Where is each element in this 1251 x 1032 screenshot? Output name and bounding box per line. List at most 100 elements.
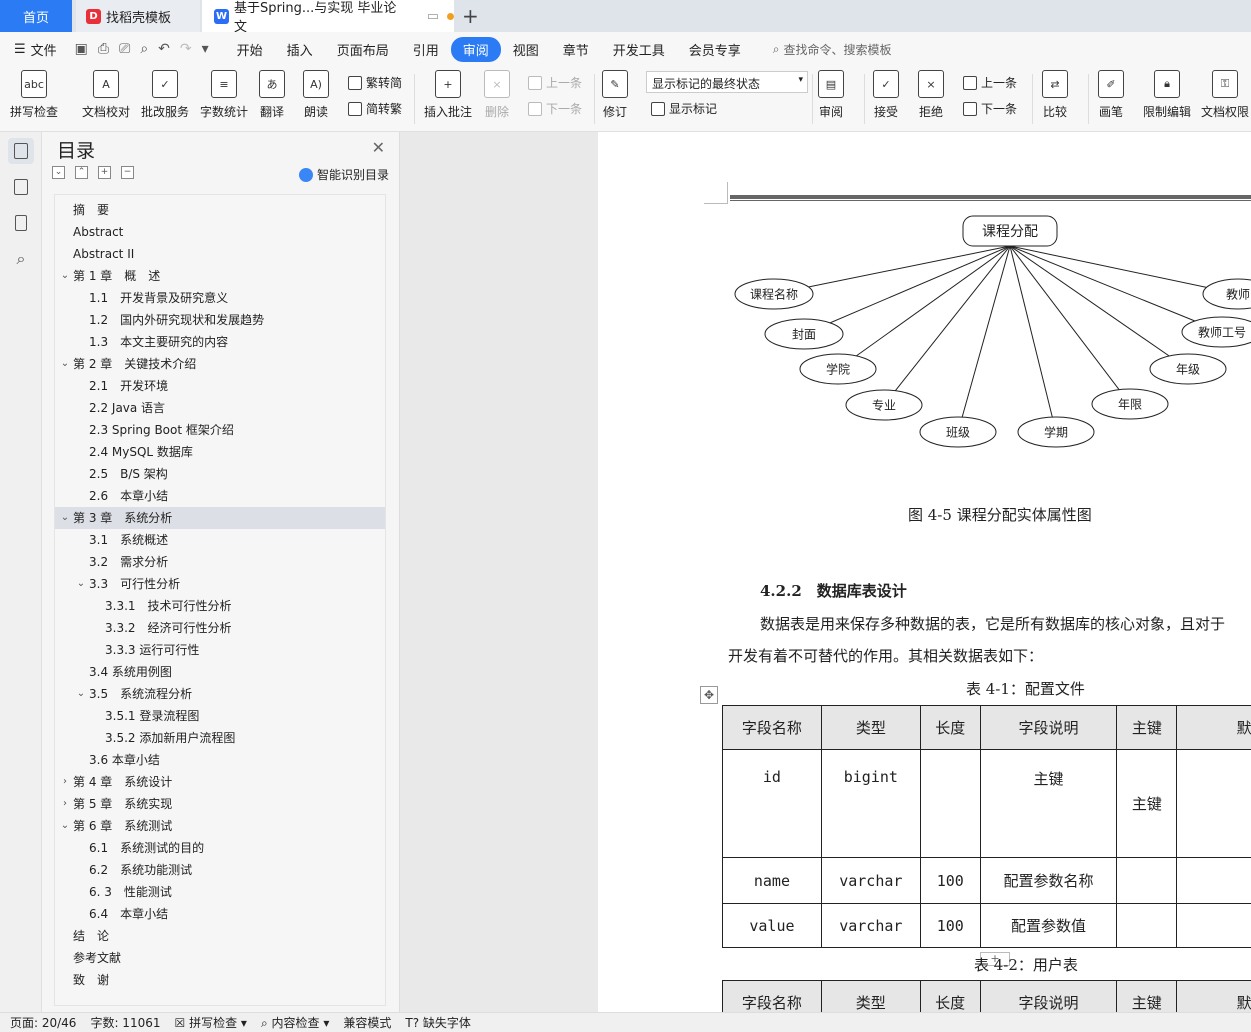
table-cell[interactable]: name xyxy=(722,857,822,904)
menu-tab-6[interactable]: 章节 xyxy=(551,37,601,62)
table-cell[interactable]: 配置参数名称 xyxy=(979,857,1118,904)
chevron-down-icon[interactable]: ⌄ xyxy=(75,683,87,705)
toc-item[interactable]: ⌄ 3.5 系统流程分析 xyxy=(55,683,385,705)
menu-tab-7[interactable]: 开发工具 xyxy=(601,37,677,62)
table-cell[interactable]: 100 xyxy=(919,903,981,948)
word-count-button[interactable]: ≡ 字数统计 xyxy=(200,70,248,120)
undo-icon[interactable]: ↶ xyxy=(158,41,170,57)
toc-item[interactable]: ⌄ 3.3 可行性分析 xyxy=(55,573,385,595)
toc-item[interactable]: 3.3.2 经济可行性分析 xyxy=(55,617,385,639)
toc-item[interactable]: 2.5 B/S 架构 xyxy=(55,463,385,485)
track-changes-button[interactable]: ✎ 修订 xyxy=(602,70,628,120)
toc-item[interactable]: 3.6 本章小结 xyxy=(55,749,385,771)
tab-home[interactable]: 首页 xyxy=(0,0,72,32)
remove-level-button[interactable]: − xyxy=(121,166,134,179)
toc-panel-button[interactable] xyxy=(8,138,34,164)
toc-item[interactable]: 2.6 本章小结 xyxy=(55,485,385,507)
toc-item[interactable]: 3.5.2 添加新用户流程图 xyxy=(55,727,385,749)
preview-icon[interactable]: ⌕ xyxy=(140,41,148,57)
menu-tab-4[interactable]: 审阅 xyxy=(450,36,501,62)
toc-item[interactable]: 3.3.1 技术可行性分析 xyxy=(55,595,385,617)
table-cell[interactable]: value xyxy=(722,903,822,948)
chevron-down-icon[interactable]: ⌄ xyxy=(59,507,71,529)
review-pane-button[interactable]: ▤ 审阅 xyxy=(818,70,844,120)
batch-service-button[interactable]: ✓ 批改服务 xyxy=(141,70,189,120)
toc-item[interactable]: 1.3 本文主要研究的内容 xyxy=(55,331,385,353)
command-search[interactable]: ⌕ 查找命令、搜索模板 xyxy=(773,41,892,58)
accept-button[interactable]: ✓ 接受 xyxy=(873,70,899,120)
display-state-select[interactable]: 显示标记的最终状态 ▾ xyxy=(646,71,808,93)
table-cell[interactable] xyxy=(1116,857,1178,904)
more-icon[interactable]: ▾ xyxy=(202,41,209,57)
toc-item[interactable]: 摘 要 xyxy=(55,199,385,221)
smart-toc-button[interactable]: 智能识别目录 xyxy=(298,166,389,183)
table-cell[interactable]: bigint xyxy=(820,749,921,858)
content-check-status[interactable]: ⌕ 内容检查 ▾ xyxy=(261,1014,329,1031)
table-cell[interactable]: 100 xyxy=(919,857,981,904)
toc-item[interactable]: 2.1 开发环境 xyxy=(55,375,385,397)
toc-item[interactable]: 3.5.1 登录流程图 xyxy=(55,705,385,727)
menu-tab-3[interactable]: 引用 xyxy=(401,37,451,62)
export-icon[interactable]: ⎙ xyxy=(98,41,109,57)
table-cell[interactable] xyxy=(1176,749,1251,858)
toc-item[interactable]: Abstract xyxy=(55,221,385,243)
spell-check-button[interactable]: abc 拼写检查 xyxy=(10,70,58,120)
new-tab-button[interactable]: + xyxy=(462,4,479,28)
table-cell[interactable]: 主键 xyxy=(1116,749,1178,858)
add-level-button[interactable]: + xyxy=(98,166,111,179)
toc-item[interactable]: 6.1 系统测试的目的 xyxy=(55,837,385,859)
compare-button[interactable]: ⇄ 比较 xyxy=(1042,70,1068,120)
search-panel-button[interactable]: ⌕ xyxy=(8,246,34,272)
table-cell[interactable]: 配置参数值 xyxy=(979,903,1118,948)
menu-tab-5[interactable]: 视图 xyxy=(501,37,551,62)
toc-item[interactable]: 1.2 国内外研究现状和发展趋势 xyxy=(55,309,385,331)
toc-item[interactable]: 3.3.3 运行可行性 xyxy=(55,639,385,661)
to-traditional-button[interactable]: 繁转简 xyxy=(348,74,402,91)
table-cell[interactable]: varchar xyxy=(820,903,921,948)
table-cell[interactable] xyxy=(1176,903,1251,948)
read-aloud-button[interactable]: A) 朗读 xyxy=(303,70,329,120)
toc-item[interactable]: 3.2 需求分析 xyxy=(55,551,385,573)
toc-item[interactable]: 6. 3 性能测试 xyxy=(55,881,385,903)
reject-button[interactable]: × 拒绝 xyxy=(918,70,944,120)
toc-item[interactable]: 1.1 开发背景及研究意义 xyxy=(55,287,385,309)
to-simplified-button[interactable]: 简转繁 xyxy=(348,100,402,117)
bookmark-panel-button[interactable] xyxy=(8,210,34,236)
prev-comment-button[interactable]: 上一条 xyxy=(528,74,582,91)
doc-proof-button[interactable]: A 文档校对 xyxy=(82,70,130,120)
page-indicator[interactable]: 页面: 20/46 xyxy=(10,1014,76,1031)
tab-templates[interactable]: D 找稻壳模板 xyxy=(76,0,200,32)
next-change-button[interactable]: 下一条 xyxy=(963,100,1017,117)
toc-item[interactable]: › 第 5 章 系统实现 xyxy=(55,793,385,815)
table-cell[interactable] xyxy=(1176,857,1251,904)
table-cell[interactable]: id xyxy=(722,749,822,858)
toc-item[interactable]: 6.4 本章小结 xyxy=(55,903,385,925)
chevron-down-icon[interactable]: ⌄ xyxy=(59,815,71,837)
menu-tab-1[interactable]: 插入 xyxy=(275,37,325,62)
save-icon[interactable]: ▣ xyxy=(75,41,88,57)
next-comment-button[interactable]: 下一条 xyxy=(528,100,582,117)
toc-item[interactable]: › 第 4 章 系统设计 xyxy=(55,771,385,793)
chevron-right-icon[interactable]: › xyxy=(59,793,71,815)
redo-icon[interactable]: ↷ xyxy=(180,41,192,57)
menu-tab-0[interactable]: 开始 xyxy=(225,37,275,62)
toc-item[interactable]: 参考文献 xyxy=(55,947,385,969)
toc-item[interactable]: 6.2 系统功能测试 xyxy=(55,859,385,881)
chevron-down-icon[interactable]: ⌄ xyxy=(59,353,71,375)
document-page[interactable]: 课程分配 课程名称 封面 学院 专业 班级 学期 年限 年级 教师工号 教师 图 4-5 课程分配实… xyxy=(598,132,1251,1012)
table-cell[interactable] xyxy=(919,749,981,858)
chevron-right-icon[interactable]: › xyxy=(59,771,71,793)
table-cell[interactable] xyxy=(1116,903,1178,948)
delete-comment-button[interactable]: × 删除 xyxy=(484,70,510,120)
toc-item[interactable]: 2.4 MySQL 数据库 xyxy=(55,441,385,463)
toc-item[interactable]: 2.3 Spring Boot 框架介绍 xyxy=(55,419,385,441)
toc-item[interactable]: 结 论 xyxy=(55,925,385,947)
monitor-icon[interactable]: ▭ xyxy=(427,9,439,24)
toc-item[interactable]: ⌄ 第 1 章 概 述 xyxy=(55,265,385,287)
spell-check-status[interactable]: ☒ 拼写检查 ▾ xyxy=(175,1014,247,1031)
toc-item[interactable]: ⌄ 第 2 章 关键技术介绍 xyxy=(55,353,385,375)
toc-item[interactable]: ⌄ 第 6 章 系统测试 xyxy=(55,815,385,837)
nav-panel-button[interactable] xyxy=(8,174,34,200)
word-count[interactable]: 字数: 11061 xyxy=(90,1014,160,1031)
show-marks-button[interactable]: 显示标记 xyxy=(651,100,717,117)
